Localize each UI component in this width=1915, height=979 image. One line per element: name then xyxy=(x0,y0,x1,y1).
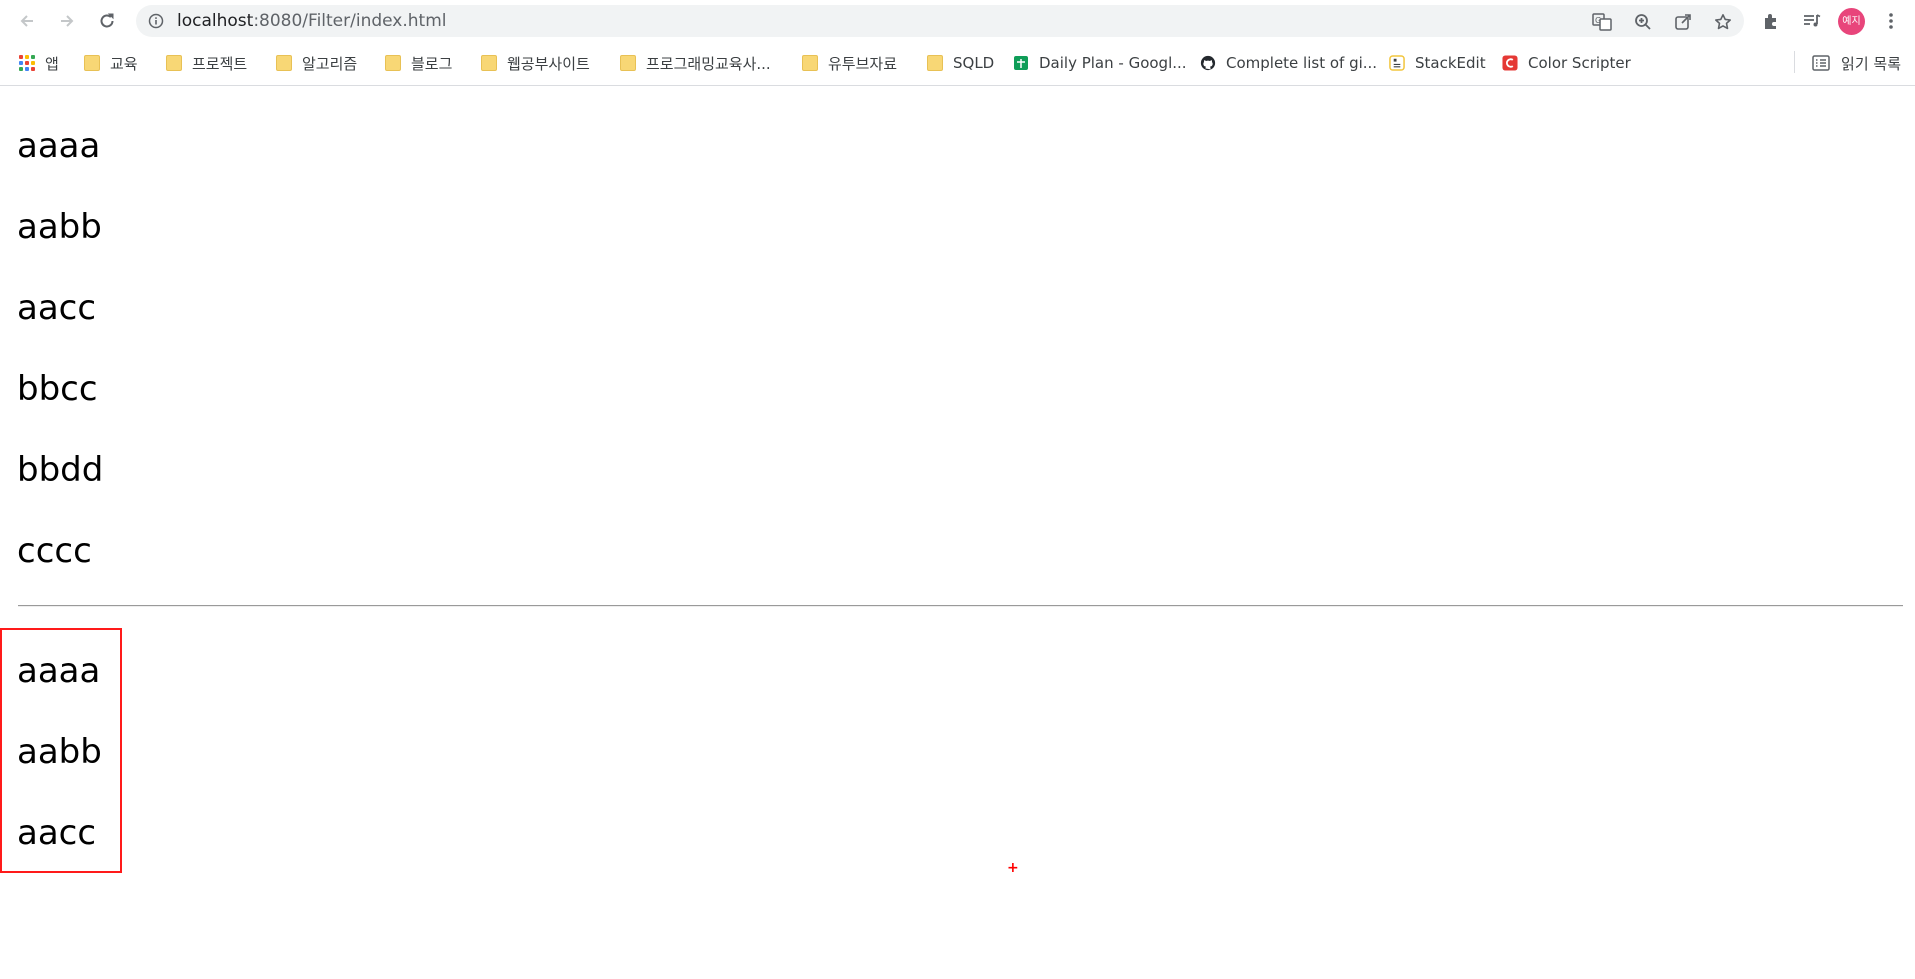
share-button[interactable] xyxy=(1673,13,1693,31)
all-list-item: aacc xyxy=(17,288,97,328)
bookmark-daily-plan[interactable]: Daily Plan - Googl... xyxy=(1013,51,1187,75)
all-list-item: cccc xyxy=(17,531,92,571)
bookmark-folder-7[interactable]: 유투브자료 xyxy=(802,51,897,75)
apps-grid-icon xyxy=(19,55,35,71)
folder-icon xyxy=(276,55,292,71)
forward-button[interactable] xyxy=(54,9,80,33)
menu-button[interactable] xyxy=(1880,10,1902,32)
translate-icon: G xyxy=(1592,13,1612,31)
puzzle-icon xyxy=(1765,14,1776,29)
folder-icon xyxy=(620,55,636,71)
all-list-item: bbcc xyxy=(17,369,98,409)
bookmark-folder-6[interactable]: 프로그래밍교육사... xyxy=(620,51,771,75)
reading-list-icon xyxy=(1812,55,1830,71)
zoom-button[interactable] xyxy=(1633,13,1653,31)
all-list-item: bbdd xyxy=(17,450,104,490)
info-icon[interactable] xyxy=(148,13,164,29)
stackedit-icon xyxy=(1389,55,1405,71)
arrow-right-icon xyxy=(61,15,74,27)
folder-icon xyxy=(385,55,401,71)
folder-icon xyxy=(166,55,182,71)
svg-text:G: G xyxy=(1595,16,1601,25)
arrow-left-icon xyxy=(20,15,33,27)
page-content: aaaa aabb aacc bbcc bbdd cccc aaaa aabb … xyxy=(0,86,1915,979)
bookmark-github[interactable]: Complete list of gi... xyxy=(1200,51,1377,75)
all-list-item: aabb xyxy=(17,207,102,247)
translate-button[interactable]: G xyxy=(1592,13,1612,31)
horizontal-rule xyxy=(18,605,1903,607)
playlist-icon xyxy=(1804,14,1821,27)
folder-icon xyxy=(927,55,943,71)
bookmark-apps[interactable]: 앱 xyxy=(19,51,59,75)
star-icon xyxy=(1715,14,1731,30)
bookmark-folder-2[interactable]: 프로젝트 xyxy=(166,51,247,75)
bookmark-folder-3[interactable]: 알고리즘 xyxy=(276,51,357,75)
filtered-list-item: aaaa xyxy=(17,651,101,691)
address-bar[interactable]: localhost:8080/Filter/index.html G xyxy=(136,5,1744,37)
extensions-button[interactable] xyxy=(1761,10,1783,32)
github-icon xyxy=(1200,55,1216,71)
media-control-button[interactable] xyxy=(1801,10,1823,32)
bookmark-color-scripter[interactable]: Color Scripter xyxy=(1502,51,1631,75)
folder-icon xyxy=(481,55,497,71)
folder-icon xyxy=(802,55,818,71)
bookmarks-separator xyxy=(1794,51,1795,73)
bookmark-star-button[interactable] xyxy=(1713,13,1733,31)
colorscripter-icon xyxy=(1502,55,1518,71)
reload-icon xyxy=(100,13,114,28)
url-text[interactable]: localhost:8080/Filter/index.html xyxy=(177,12,447,30)
bookmark-folder-4[interactable]: 블로그 xyxy=(385,51,452,75)
reload-button[interactable] xyxy=(94,9,120,33)
bookmark-folder-1[interactable]: 교육 xyxy=(84,51,138,75)
browser-toolbar: localhost:8080/Filter/index.html G 예지 xyxy=(0,0,1915,42)
bookmark-folder-5[interactable]: 웹공부사이트 xyxy=(481,51,590,75)
zoom-in-icon xyxy=(1635,14,1651,30)
all-list-item: aaaa xyxy=(17,126,101,166)
bookmark-stackedit[interactable]: StackEdit xyxy=(1389,51,1486,75)
filtered-list-item: aabb xyxy=(17,732,102,772)
folder-icon xyxy=(84,55,100,71)
filtered-list-item: aacc xyxy=(17,813,97,853)
reading-list-button[interactable]: 읽기 목록 xyxy=(1812,51,1901,75)
kebab-menu-icon xyxy=(1889,13,1893,29)
bookmark-folder-8[interactable]: SQLD xyxy=(927,51,994,75)
back-button[interactable] xyxy=(14,9,40,33)
cursor-crosshair-icon: + xyxy=(1007,860,1019,876)
profile-avatar[interactable]: 예지 xyxy=(1838,8,1865,35)
share-icon xyxy=(1675,14,1691,30)
bookmarks-bar: 앱 교육 프로젝트 알고리즘 블로그 웹공부사이트 프로그래밍교육사... 유투… xyxy=(0,42,1915,86)
sheets-icon xyxy=(1014,56,1028,70)
